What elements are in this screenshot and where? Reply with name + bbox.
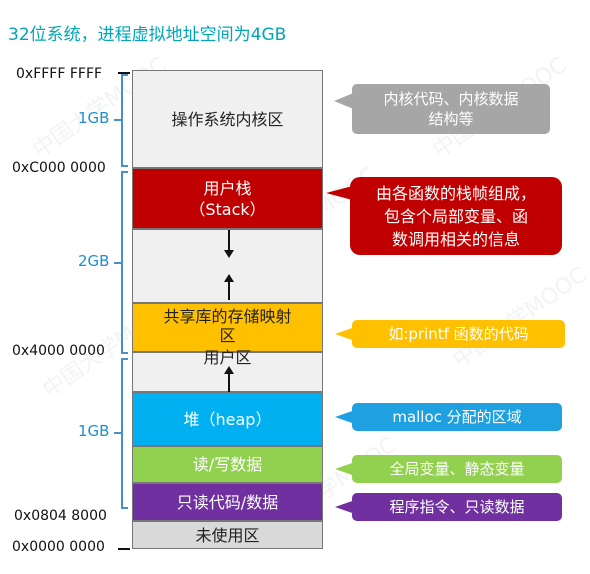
rw-data-segment-label: 读/写数据 [192, 455, 263, 474]
heap-growth-arrow-icon [224, 366, 234, 392]
address-marker [118, 548, 130, 550]
stack-segment: 用户栈 （Stack） [132, 168, 323, 229]
address-shared-lib-label: 0x4000 0000 [12, 343, 105, 359]
lower-user-size-label: 1GB [78, 422, 110, 440]
kernel-size-label: 1GB [78, 109, 110, 127]
heap-segment: 堆（heap） [132, 392, 323, 446]
kernel-callout-text: 内核代码、内核数据 [383, 90, 519, 108]
brace-tick [114, 119, 121, 121]
kernel-callout: 内核代码、内核数据 结构等 [352, 84, 550, 134]
heap-callout: malloc 分配的区域 [352, 403, 562, 431]
brace-tick [114, 432, 121, 434]
address-text-start-label: 0x0804 8000 [14, 508, 107, 524]
brace-tick [121, 74, 128, 76]
upper-user-size-label: 2GB [78, 252, 110, 270]
address-kernel-start-label: 0xC000 0000 [12, 160, 106, 176]
address-bottom-label: 0x0000 0000 [12, 539, 105, 555]
heap-callout-text: malloc 分配的区域 [392, 408, 522, 426]
shared-lib-segment-label: 共享库的存储映射 [163, 307, 292, 326]
rw-data-callout: 全局变量、静态变量 [352, 455, 562, 483]
stack-segment-label: 用户栈 [203, 178, 252, 198]
page-title: 32位系统，进程虚拟地址空间为4GB [8, 25, 287, 45]
unused-segment: 未使用区 [132, 521, 323, 549]
brace-tick [121, 352, 128, 354]
ro-code-callout-text: 程序指令、只读数据 [389, 498, 525, 516]
ro-code-segment-label: 只读代码/数据 [176, 492, 279, 512]
kernel-callout-text: 结构等 [428, 110, 474, 128]
stack-callout-text: 包含个局部变量、函 [383, 206, 528, 226]
lower-user-size-brace [121, 358, 123, 508]
stack-growth-arrow-icon [224, 230, 234, 258]
heap-segment-label: 堆（heap） [183, 409, 272, 429]
address-top-label: 0xFFFF FFFF [16, 66, 103, 82]
stack-callout-text: 由各函数的栈帧组成， [375, 183, 536, 203]
stack-callout-text: 数调用相关的信息 [391, 229, 520, 249]
rw-data-segment: 读/写数据 [132, 446, 323, 483]
shared-lib-segment: 共享库的存储映射 区 [132, 303, 323, 352]
kernel-segment-label: 操作系统内核区 [171, 109, 284, 129]
stack-callout: 由各函数的栈帧组成， 包含个局部变量、函 数调用相关的信息 [350, 177, 562, 255]
brace-tick [121, 165, 128, 167]
stack-segment-label: （Stack） [189, 199, 266, 219]
shared-lib-segment-label: 区 [219, 326, 236, 345]
shared-lib-callout: 如:printf 函数的代码 [352, 320, 565, 348]
rw-data-callout-text: 全局变量、静态变量 [389, 460, 525, 478]
watermark: 中国大学MOOC [448, 262, 590, 374]
upper-user-size-brace [121, 171, 123, 353]
kernel-segment: 操作系统内核区 [132, 70, 323, 168]
ro-code-callout: 程序指令、只读数据 [352, 493, 562, 521]
arrow-up-icon [224, 274, 234, 300]
brace-tick [114, 262, 121, 264]
brace-tick [121, 507, 128, 509]
kernel-size-brace [121, 74, 123, 166]
brace-tick [121, 358, 128, 360]
brace-tick [121, 171, 128, 173]
ro-code-segment: 只读代码/数据 [132, 483, 323, 521]
unused-segment-label: 未使用区 [195, 525, 260, 545]
shared-lib-callout-text: 如:printf 函数的代码 [388, 325, 529, 343]
